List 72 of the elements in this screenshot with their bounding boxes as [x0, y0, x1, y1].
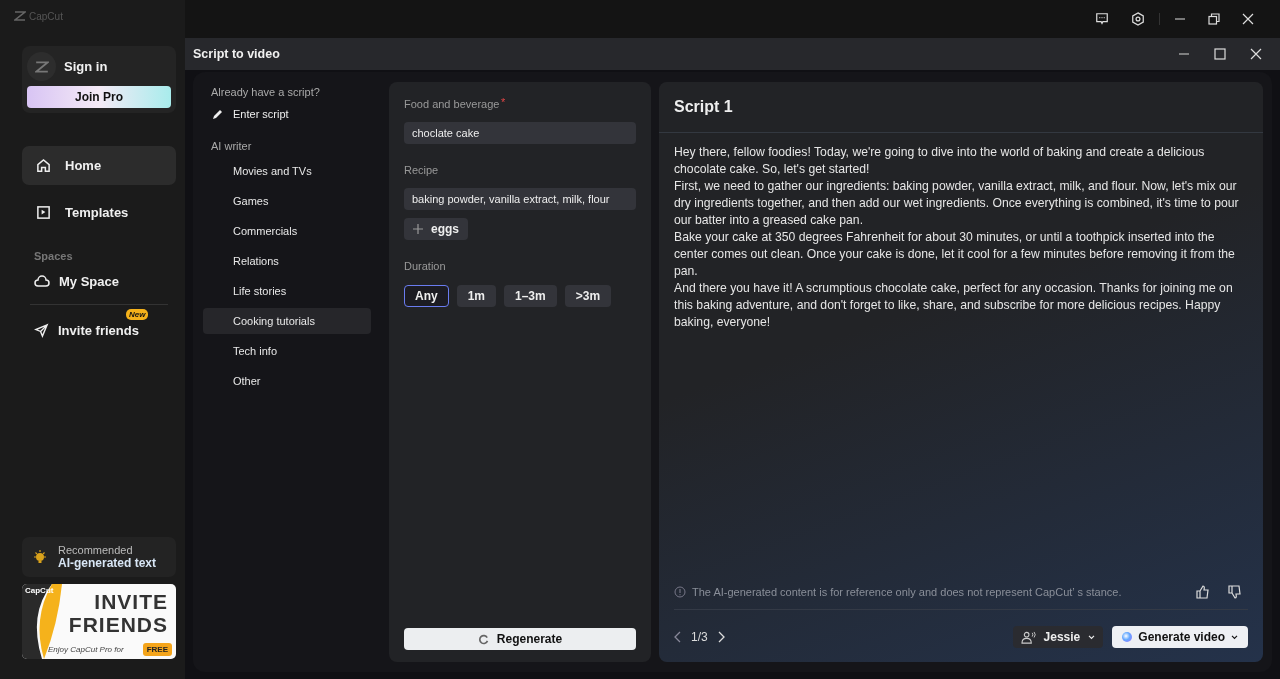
recommended-title: AI-generated text [58, 556, 157, 570]
next-icon[interactable] [716, 631, 725, 643]
category-item[interactable]: Movies and TVs [203, 158, 371, 184]
category-item[interactable]: Commercials [203, 218, 371, 244]
settings-icon[interactable] [1131, 12, 1145, 26]
info-icon [674, 586, 686, 598]
caret-icon [1088, 634, 1096, 640]
close-icon[interactable] [1242, 13, 1254, 25]
previous-icon[interactable] [674, 631, 682, 643]
script-paragraph: And there you have it! A scrumptious chocolate cake, perfect for any occasion. Thanks for joining me on this baking adventure, and don't forget to like, share, and subscribe for more delicious recipes. Happy baking, everyone! [674, 280, 1234, 331]
nav-item[interactable]: Templates [22, 193, 176, 232]
category-item[interactable]: Cooking tutorials [203, 308, 371, 334]
banner-heading: INVITE [94, 591, 168, 612]
dialog-title: Script to video [193, 47, 280, 61]
feedback-icon[interactable] [1095, 12, 1109, 26]
required-mark: * [501, 96, 506, 108]
free-tag: FREE [142, 643, 172, 656]
field-label: Food and beverage [404, 98, 500, 110]
topic-field[interactable]: choclate cake [404, 122, 636, 144]
paper-plane-icon [34, 322, 49, 338]
category-item[interactable]: Other [203, 368, 371, 394]
banner-tagline: Enjoy CapCut Pro for [48, 645, 124, 654]
join-pro-button[interactable]: Join Pro [27, 86, 171, 108]
field-label: Duration [404, 260, 446, 272]
sign-in-button[interactable]: Sign in [64, 57, 108, 76]
banner-heading: FRIENDS [68, 614, 168, 635]
speaker-person-icon [1020, 630, 1036, 644]
script-paragraph: Hey there, fellow foodies! Today, we're going to dive into the world of baking and create a delicious chocolate cake. So, let's get started! [674, 144, 1206, 178]
nav-item[interactable]: Home [22, 146, 176, 185]
orb-icon [1122, 632, 1133, 642]
duration-option[interactable]: Any [404, 285, 449, 307]
section-heading: Already have a script? [211, 86, 320, 98]
recommended-caption: Recommended [58, 544, 134, 556]
home-icon [36, 158, 51, 173]
refresh-icon [477, 633, 489, 645]
thumbs-up-icon[interactable] [1196, 585, 1210, 599]
add-ingredient-button[interactable]: eggs [404, 218, 468, 240]
new-badge: New [126, 309, 149, 320]
generate-video-button[interactable]: Generate video [1112, 626, 1248, 648]
caret-icon [1231, 634, 1238, 640]
plus-icon [413, 224, 423, 234]
close-icon[interactable] [1250, 48, 1262, 60]
section-heading: AI writer [211, 140, 252, 152]
thumbs-down-icon[interactable] [1228, 585, 1242, 599]
category-item[interactable]: Tech info [203, 338, 371, 364]
category-item[interactable]: Relations [203, 248, 371, 274]
recipe-field[interactable]: baking powder, vanilla extract, milk, flour [404, 188, 636, 210]
cloud-icon [34, 275, 50, 287]
restore-icon[interactable] [1208, 13, 1220, 25]
disclaimer-text: The AI-generated content is for reference only and does not represent CapCut’ s stance. [692, 586, 1122, 598]
nav-item[interactable]: My Space [22, 266, 176, 296]
script-paragraph: Bake your cake at 350 degrees Fahrenheit for about 30 minutes, or until a toothpick inserted into the center comes out clean. Once your cake is done, let it cool for a few minutes before removing it from the pan. [674, 229, 1236, 280]
field-label: Recipe [404, 164, 439, 176]
duration-option[interactable]: 1m [456, 285, 496, 307]
duration-option[interactable]: 1–3m [504, 285, 557, 307]
category-item[interactable]: Life stories [203, 278, 371, 304]
regenerate-button[interactable]: Regenerate [404, 628, 636, 650]
script-title: Script 1 [659, 82, 1263, 133]
avatar-icon [27, 52, 56, 81]
script-paragraph: First, we need to gather our ingredients: baking powder, vanilla extract, milk, and flour. Now, let's mix our dry ingredients together, and then add our wet ingredients. Once everything is combined, it's time to pour our batter into a greased cake pan. [674, 178, 1240, 229]
duration-option[interactable]: >3m [564, 285, 612, 307]
pencil-icon [212, 108, 224, 120]
section-heading: Spaces [34, 250, 74, 262]
category-item[interactable]: Games [203, 188, 371, 214]
voice-dropdown[interactable]: Jessie [1012, 626, 1104, 648]
templates-icon [36, 205, 51, 220]
recommended-card[interactable]: Recommended AI-generated text [22, 537, 176, 577]
logo-icon [14, 11, 26, 21]
page-indicator: 1/3 [691, 630, 708, 644]
lightbulb-icon [32, 549, 48, 565]
maximize-icon[interactable] [1214, 48, 1226, 60]
enter-script-button[interactable]: Enter script [203, 104, 298, 124]
